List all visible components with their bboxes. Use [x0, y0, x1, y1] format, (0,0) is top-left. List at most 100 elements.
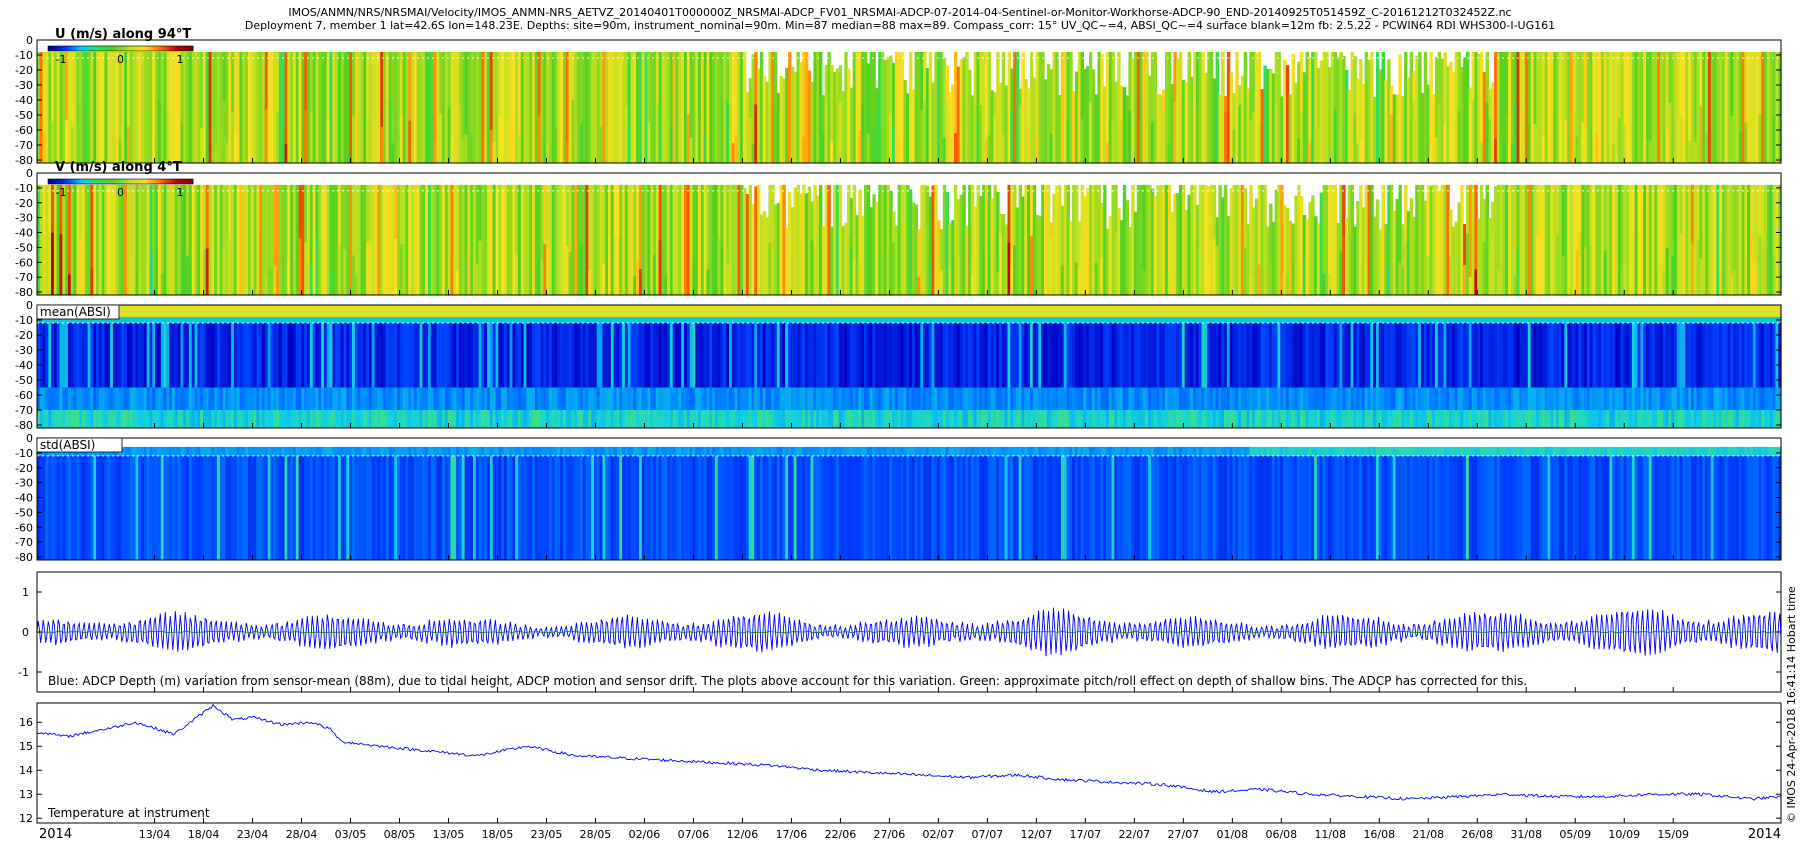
heatmap-cell: [743, 323, 747, 388]
colorbar-segment: [103, 179, 107, 184]
y-tick-label: -10: [15, 182, 33, 195]
panel-u: 0-10-20-30-40-50-60-70-80U (m/s) along 9…: [15, 27, 1782, 167]
heatmap-cell: [394, 410, 398, 428]
y-tick-label: -80: [15, 286, 33, 299]
heatmap-cell: [1398, 262, 1402, 295]
heatmap-cell: [1027, 410, 1031, 428]
heatmap-cell: [1246, 387, 1250, 410]
heatmap-cell: [526, 305, 530, 317]
colorbar-segment: [77, 179, 80, 184]
heatmap-cell: [678, 323, 682, 388]
heatmap-cell: [439, 410, 443, 428]
heatmap-cell: [1091, 271, 1096, 295]
heatmap-cell: [1027, 387, 1031, 410]
heatmap-cell: [875, 317, 879, 323]
heatmap-cell: [1072, 305, 1076, 317]
heatmap-cell: [1246, 120, 1250, 163]
heatmap-cell: [1004, 323, 1008, 388]
heatmap-cell: [548, 387, 553, 410]
heatmap-cell: [439, 323, 443, 388]
heatmap-cell: [1114, 317, 1118, 323]
heatmap-cell: [1572, 323, 1577, 388]
colorbar-segment: [127, 46, 131, 51]
heatmap-cell: [1375, 410, 1380, 428]
heatmap-column: [830, 226, 834, 295]
colorbar-segment: [156, 46, 160, 51]
heatmap-cell: [1724, 323, 1729, 388]
heatmap-column: [1637, 184, 1641, 295]
heatmap-cell: [788, 317, 792, 323]
heatmap-cell: [765, 305, 769, 317]
heatmap-columns: [37, 52, 1782, 164]
heatmap-cell: [568, 252, 572, 295]
heatmap-column: [416, 184, 421, 295]
heatmap-cell: [1724, 387, 1729, 410]
heatmap-column: [1615, 52, 1619, 163]
heatmap-cell: [481, 410, 485, 428]
heatmap-cell: [1702, 387, 1706, 410]
heatmap-cell: [1004, 305, 1008, 317]
heatmap-cell: [394, 238, 398, 295]
heatmap-cell: [1288, 387, 1293, 410]
heatmap-cell: [1420, 323, 1425, 388]
heatmap-columns: [37, 184, 1782, 295]
heatmap-cell: [1288, 410, 1293, 428]
colorbar-segment: [183, 46, 187, 51]
heatmap-column: [1769, 184, 1774, 295]
heatmap-cell: [177, 305, 181, 317]
colorbar-segment: [50, 46, 54, 51]
heatmap-cell: [568, 317, 572, 323]
colorbar-segment: [120, 179, 124, 184]
heatmap-cell: [45, 323, 49, 388]
heatmap-cell: [1660, 323, 1664, 388]
heatmap-cell: [830, 387, 834, 410]
heatmap-cell: [1311, 387, 1315, 410]
heatmap-cell: [810, 317, 814, 323]
heatmap-column: [1179, 184, 1183, 295]
heatmap-cell: [1004, 410, 1008, 428]
heatmap-cell: [526, 410, 530, 428]
colorbar-segment: [118, 179, 121, 184]
heatmap-cell: [45, 410, 49, 428]
heatmap-column: [1375, 52, 1380, 163]
colorbar-segment: [101, 46, 104, 51]
heatmap-cell: [1440, 305, 1444, 317]
heatmap-cell: [1637, 305, 1641, 317]
heatmap-cell: [636, 260, 640, 295]
heatmap-cell: [287, 323, 291, 388]
heatmap-cell: [219, 317, 224, 323]
y-tick-label: -30: [15, 344, 33, 357]
colorbar-segment: [106, 46, 109, 51]
heatmap-cell: [1550, 387, 1554, 410]
heatmap-cell: [503, 410, 508, 428]
heatmap-cell: [655, 305, 660, 317]
colorbar-segment: [161, 179, 165, 184]
colorbar-segment: [120, 46, 124, 51]
heatmap-cell: [264, 410, 269, 428]
heatmap-column: [1004, 224, 1008, 295]
heatmap-cell: [1375, 317, 1380, 323]
heatmap-cell: [613, 387, 617, 410]
heatmap-cell: [917, 323, 921, 388]
colorbar-segment: [147, 46, 150, 51]
colorbar-segment: [164, 46, 167, 51]
heatmap-cell: [1485, 387, 1489, 410]
heatmap-cell: [1702, 305, 1706, 317]
heatmap-cell: [1136, 305, 1141, 317]
colorbar-segment: [98, 179, 102, 184]
heatmap-cell: [1420, 410, 1425, 428]
colorbar-segment: [106, 179, 109, 184]
panel-v: 0-10-20-30-40-50-60-70-80V (m/s) along 4…: [15, 160, 1782, 299]
heatmap-cell: [1637, 410, 1641, 428]
heatmap-cell: [264, 317, 269, 323]
heatmap-cell: [90, 323, 94, 388]
heatmap-cell: [439, 387, 443, 410]
heatmap-column: [1266, 226, 1270, 295]
heatmap-cell: [939, 323, 944, 388]
heatmap-cell: [1660, 387, 1664, 410]
colorbar-segment: [135, 46, 138, 51]
colorbar-segment: [48, 46, 51, 51]
colorbar-segment: [84, 46, 88, 51]
heatmap-cell: [439, 305, 443, 317]
heatmap-cell: [765, 317, 769, 323]
